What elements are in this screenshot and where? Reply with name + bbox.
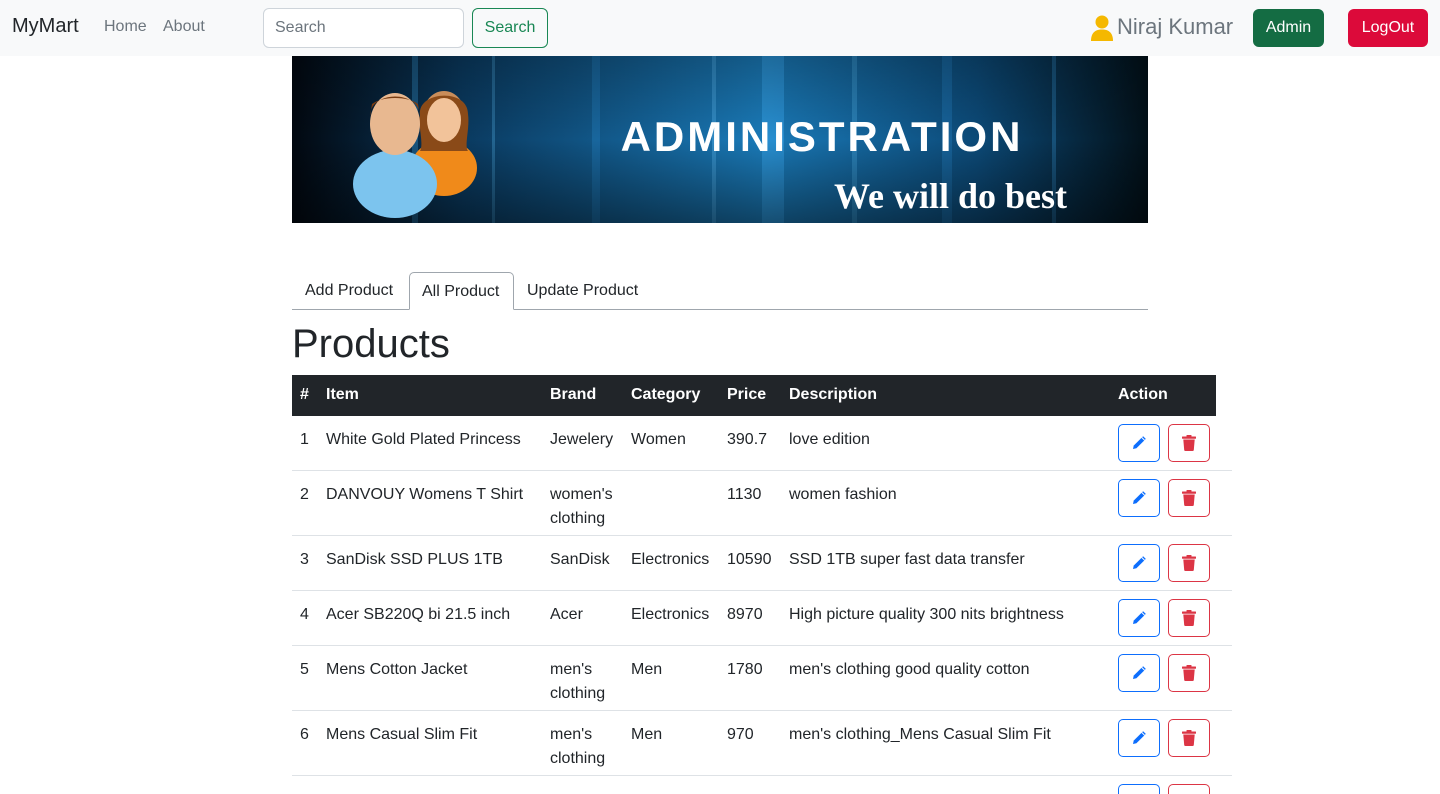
trash-icon: [1182, 490, 1196, 506]
pencil-icon: [1131, 555, 1147, 571]
delete-button[interactable]: [1168, 544, 1210, 582]
cell-category: Men: [631, 726, 663, 743]
search-input[interactable]: [263, 8, 464, 48]
cell-description: men's clothing good quality cotton: [789, 661, 1030, 678]
edit-button[interactable]: [1118, 479, 1160, 517]
cell-num: 3: [300, 551, 309, 568]
col-header-action: Action: [1118, 386, 1168, 403]
edit-button[interactable]: [1118, 544, 1160, 582]
trash-icon: [1182, 555, 1196, 571]
cell-description: love edition: [789, 431, 870, 448]
trash-icon: [1182, 665, 1196, 681]
cell-price: 970: [727, 726, 754, 743]
trash-icon: [1182, 435, 1196, 451]
table-row: 6 Mens Casual Slim Fit men's clothing Men 97…: [292, 711, 1232, 776]
delete-button[interactable]: [1168, 479, 1210, 517]
cell-item: Acer SB220Q bi 21.5 inch: [326, 606, 511, 623]
cell-item: SanDisk SSD PLUS 1TB: [326, 551, 503, 568]
cell-brand: SanDisk: [550, 551, 610, 568]
cell-num: 5: [300, 661, 309, 678]
table-header: # Item Brand Category Price Description …: [292, 375, 1216, 416]
col-header-description: Description: [789, 386, 878, 403]
page-title: Products: [292, 322, 450, 366]
col-header-brand: Brand: [550, 386, 597, 403]
col-header-category: Category: [631, 386, 701, 403]
cell-price: 8970: [727, 606, 763, 623]
cell-description: High picture quality 300 nits brightness: [789, 606, 1064, 623]
cell-item: DANVOUY Womens T Shirt: [326, 486, 524, 503]
cell-item: Mens Cotton Jacket: [326, 661, 468, 678]
trash-icon: [1182, 730, 1196, 746]
cell-brand: men's clothing: [550, 726, 606, 767]
cell-category: Electronics: [631, 551, 710, 568]
cell-brand: Acer: [550, 606, 583, 623]
cell-num: 2: [300, 486, 309, 503]
pencil-icon: [1131, 435, 1147, 451]
user-icon: [1091, 15, 1113, 41]
table-row-partial: [292, 776, 1232, 794]
col-header-item: Item: [326, 386, 359, 403]
tab-all-product[interactable]: All Product: [409, 272, 514, 310]
user-name: Niraj Kumar: [1117, 14, 1234, 39]
delete-button[interactable]: [1168, 719, 1210, 757]
table-row: 5 Mens Cotton Jacket men's clothing Men 1780…: [292, 646, 1232, 711]
product-tabs: Add Product All Product Update Product: [292, 272, 1148, 310]
table-row: 4 Acer SB220Q bi 21.5 inch Acer Electronics…: [292, 591, 1232, 646]
edit-button[interactable]: [1118, 654, 1160, 692]
brand-logo[interactable]: MyMart: [12, 15, 79, 38]
banner-image: ADMINISTRATION We will do best: [292, 56, 1148, 223]
banner-tagline: We will do best: [834, 176, 1067, 216]
edit-button[interactable]: [1118, 424, 1160, 462]
pencil-icon: [1131, 665, 1147, 681]
cell-item: Mens Casual Slim Fit: [326, 726, 478, 743]
cell-brand: Jewelery: [550, 431, 614, 448]
cell-category: Electronics: [631, 606, 710, 623]
cell-description: SSD 1TB super fast data transfer: [789, 551, 1025, 568]
administration-banner: ADMINISTRATION We will do best: [292, 56, 1148, 223]
cell-price: 1780: [727, 661, 763, 678]
cell-price: 1130: [727, 486, 762, 503]
trash-icon: [1182, 610, 1196, 626]
admin-button[interactable]: Admin: [1253, 9, 1324, 47]
navbar: MyMart Home About Search Niraj Kumar Adm…: [0, 0, 1440, 56]
cell-num: 6: [300, 726, 309, 743]
edit-button[interactable]: [1118, 719, 1160, 757]
table-row: 2 DANVOUY Womens T Shirt women's clothing 1…: [292, 471, 1232, 536]
table-row: 1 White Gold Plated Princess Jewelery Women…: [292, 416, 1232, 471]
cell-category: Women: [631, 431, 686, 448]
pencil-icon: [1131, 490, 1147, 506]
cell-description: women fashion: [789, 486, 897, 503]
pencil-icon: [1131, 610, 1147, 626]
cell-num: 4: [300, 606, 309, 623]
nav-link-home[interactable]: Home: [104, 18, 147, 36]
delete-button-partial[interactable]: [1168, 784, 1210, 794]
edit-button[interactable]: [1118, 599, 1160, 637]
delete-button[interactable]: [1168, 424, 1210, 462]
nav-link-about[interactable]: About: [163, 18, 205, 36]
cell-price: 390.7: [727, 431, 768, 448]
delete-button[interactable]: [1168, 654, 1210, 692]
delete-button[interactable]: [1168, 599, 1210, 637]
tab-update-product[interactable]: Update Product: [527, 272, 638, 309]
col-header-num: #: [300, 386, 309, 403]
tab-add-product[interactable]: Add Product: [305, 272, 393, 309]
cell-price: 10590: [727, 551, 772, 568]
cell-item: White Gold Plated Princess: [326, 431, 521, 448]
search-button[interactable]: Search: [472, 8, 548, 48]
table-row: 3 SanDisk SSD PLUS 1TB SanDisk Electronics 1…: [292, 536, 1232, 591]
cell-brand: men's clothing: [550, 661, 606, 702]
cell-category: Men: [631, 661, 663, 678]
banner-title: ADMINISTRATION: [621, 113, 1024, 160]
logout-button[interactable]: LogOut: [1348, 9, 1428, 47]
edit-button-partial[interactable]: [1118, 784, 1160, 794]
pencil-icon: [1131, 730, 1147, 746]
cell-brand: women's clothing: [550, 486, 613, 527]
col-header-price: Price: [727, 386, 767, 403]
cell-description: men's clothing_Mens Casual Slim Fit: [789, 726, 1051, 743]
cell-num: 1: [300, 431, 309, 448]
